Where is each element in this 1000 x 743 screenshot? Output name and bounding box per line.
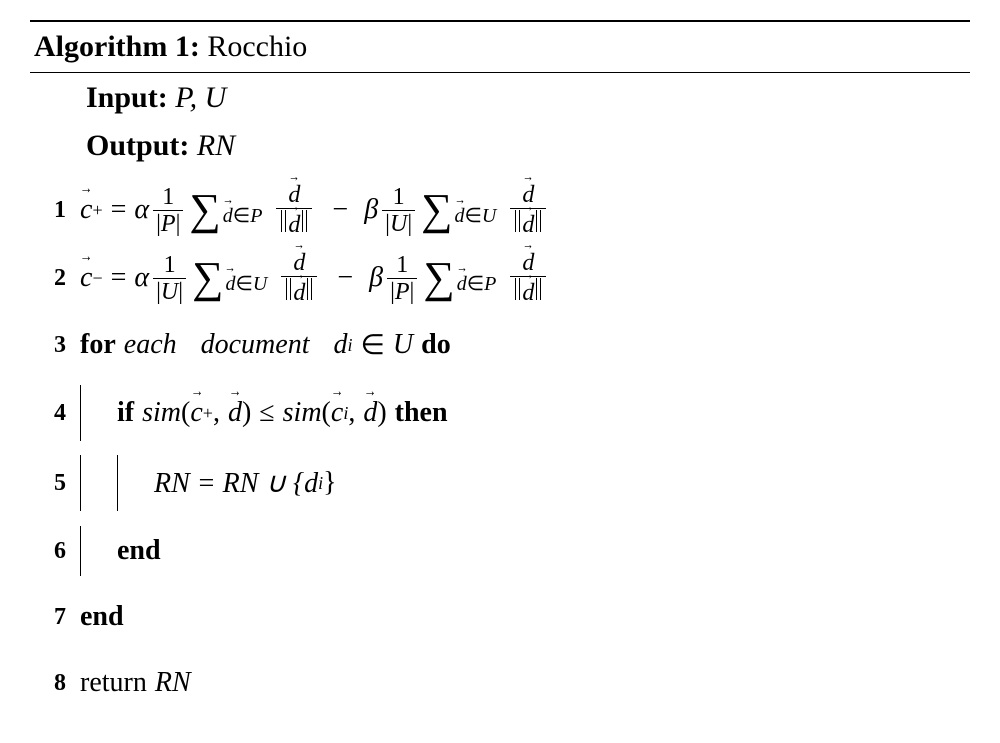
line-number: 3 (30, 332, 80, 359)
algo-line-4: 4 if sim(c+,d) ≤ sim(ci,d) then (30, 385, 970, 441)
algo-line-8: 8 return RN (30, 657, 970, 709)
output-line: Output: RN (30, 121, 970, 169)
beta-symbol: β (364, 194, 378, 226)
line-number: 8 (30, 670, 80, 697)
algorithm-label: Algorithm 1: (34, 30, 200, 63)
line-number: 5 (30, 470, 80, 497)
output-label: Output: (86, 129, 189, 162)
output-vars: RN (197, 129, 235, 162)
algo-line-5: 5 RN = RN ∪ {di} (30, 455, 970, 511)
algo-line-7: 7 end (30, 591, 970, 643)
line-number: 7 (30, 604, 80, 631)
algorithm-header: Algorithm 1: Rocchio (30, 20, 970, 73)
line-content: return RN (80, 667, 191, 699)
line-content: for each document di ∈ U do (80, 328, 451, 362)
line-content: if sim(c+,d) ≤ sim(ci,d) then (80, 385, 448, 441)
line-number: 1 (30, 197, 80, 224)
algo-line-6: 6 end (30, 525, 970, 577)
algo-line-1: 1 c+ = α 1|P| ∑d∈P d d − β 1|U| ∑d∈U d d (30, 183, 970, 237)
algo-line-2: 2 c− = α 1|U| ∑d∈U d d − β 1|P| ∑d∈P d d (30, 251, 970, 305)
alpha-symbol: α (134, 194, 149, 226)
line-number: 4 (30, 400, 80, 427)
line-content: RN = RN ∪ {di} (80, 455, 337, 511)
algorithm-name: Rocchio (207, 30, 307, 63)
line-number: 2 (30, 265, 80, 292)
input-line: Input: P, U (30, 73, 970, 121)
input-vars: P, U (175, 81, 226, 114)
line-number: 6 (30, 538, 80, 565)
line-content: c− = α 1|U| ∑d∈U d d − β 1|P| ∑d∈P d d (80, 251, 550, 305)
line-content: end (80, 601, 124, 633)
algo-line-3: 3 for each document di ∈ U do (30, 319, 970, 371)
input-label: Input: (86, 81, 168, 114)
line-content: c+ = α 1|P| ∑d∈P d d − β 1|U| ∑d∈U d d (80, 183, 550, 237)
line-content: end (80, 526, 161, 576)
